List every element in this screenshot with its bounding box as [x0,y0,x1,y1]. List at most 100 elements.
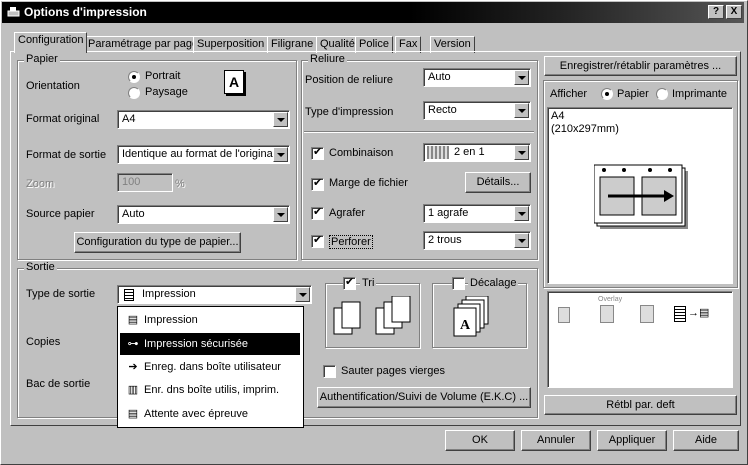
papier-radio[interactable] [601,88,613,100]
format-sortie-label: Format de sortie [26,149,107,161]
save-restore-button[interactable]: Enregistrer/rétablir paramètres ... [544,56,737,76]
imprimante-radio[interactable] [656,88,668,100]
offset-stack-icon: A [453,296,489,337]
source-papier-label: Source papier [26,208,95,220]
paper-dims-label: (210x297mm) [551,123,619,135]
imprimante-radio-label: Imprimante [672,88,728,100]
svg-text:A: A [460,318,471,333]
type-impression-label: Type d'impression [305,106,394,118]
save-box-icon: ➔ [128,361,138,373]
zoom-unit: % [175,178,185,190]
type-impression-select[interactable]: Recto [423,101,531,120]
chevron-down-icon[interactable] [514,103,529,118]
paper-preview: A4 (210x297mm) [547,107,733,284]
portrait-radio[interactable] [128,71,140,83]
zoom-input[interactable]: 100 [117,173,173,192]
tab-configuration[interactable]: Configuration [14,32,88,53]
type-sortie-select[interactable]: Impression [117,285,312,304]
close-button[interactable]: X [726,5,742,19]
perforer-checkbox[interactable] [311,233,324,248]
chevron-down-icon[interactable] [273,112,288,127]
pages-icon [558,307,570,323]
perforer-label: Perforer [329,235,373,249]
document-icon: ▤ [127,314,139,326]
help-button[interactable]: ? [708,5,724,19]
type-sortie-label: Type de sortie [26,288,96,300]
position-reliure-label: Position de reliure [305,74,394,86]
format-original-label: Format original [26,113,100,125]
combinaison-checkbox[interactable] [311,145,324,160]
chevron-down-icon[interactable] [273,207,288,222]
portrait-label: Portrait [145,70,181,82]
agrafer-checkbox[interactable] [311,205,324,220]
source-papier-select[interactable]: Auto [117,205,290,224]
sauter-checkbox[interactable] [323,365,336,378]
copies-label: Copies [26,336,61,348]
chevron-down-icon[interactable] [514,70,529,85]
config-type-papier-button[interactable]: Configuration du type de papier... [74,232,241,253]
appliquer-button[interactable]: Appliquer [597,430,667,451]
chevron-down-icon[interactable] [514,206,529,221]
n-up-icon [427,146,449,159]
afficher-label: Afficher [550,88,588,100]
proof-icon: ▤ [127,408,139,420]
type-sortie-dropdown: ▤ Impression ⊶ Impression sécurisée ➔ Enreg… [117,306,304,428]
orientation-label: Orientation [26,80,80,92]
authentification-button[interactable]: Authentification/Suivi de Volume (E.K.C)… [317,387,531,408]
agrafer-label: Agrafer [329,207,366,219]
dropdown-item-impression-securisee[interactable]: ⊶ Impression sécurisée [120,333,300,355]
watermark-icon [640,305,654,323]
paysage-radio[interactable] [128,87,140,99]
output-icon [674,306,686,322]
combinaison-select[interactable]: 2 en 1 [423,143,531,162]
sortie-title: Sortie [24,261,57,273]
details-button[interactable]: Détails... [465,172,531,193]
marge-checkbox[interactable] [311,176,324,191]
dropdown-item-attente-epreuve[interactable]: ▤ Attente avec épreuve [120,403,300,425]
window-title: Options d'impression [24,5,147,19]
format-original-select[interactable]: A4 [117,110,290,129]
overlay-preview: Overlay →▤ [547,291,733,388]
chevron-down-icon[interactable] [273,147,288,162]
collate-icon [333,296,411,335]
paper-size-label: A4 [551,110,565,122]
decalage-label: Décalage [468,277,519,289]
zoom-label: Zoom [26,178,55,190]
marge-label: Marge de fichier [329,177,408,189]
sauter-label: Sauter pages vierges [341,365,445,377]
dropdown-item-enreg-boite[interactable]: ➔ Enreg. dans boîte utilisateur [120,356,300,378]
overlay-caption: Overlay [598,296,623,303]
box-print-icon: ▥ [127,384,139,396]
reset-defaults-button[interactable]: Rétbl par. deft [544,395,737,415]
papier-radio-label: Papier [617,88,649,100]
chevron-down-icon[interactable] [514,145,529,160]
aide-button[interactable]: Aide [673,430,739,451]
overlay-f-icon [600,305,614,323]
position-reliure-select[interactable]: Auto [423,68,531,87]
tri-label: Tri [360,277,377,289]
document-icon [124,289,134,301]
format-sortie-select[interactable]: Identique au format de l'original [117,145,290,164]
paysage-label: Paysage [145,86,188,98]
chevron-down-icon[interactable] [295,287,310,302]
ok-button[interactable]: OK [445,430,515,451]
title-bar: Options d'impression ? X [2,2,744,23]
tri-checkbox[interactable] [343,275,356,290]
key-icon: ⊶ [127,338,139,350]
bac-sortie-label: Bac de sortie [26,378,91,390]
agrafer-select[interactable]: 1 agrafe [423,204,531,223]
combinaison-label: Combinaison [329,147,394,159]
papier-title: Papier [24,53,60,65]
decalage-checkbox[interactable] [452,277,465,290]
arrow-right-icon: →▤ [688,307,710,319]
dropdown-item-enr-imprim[interactable]: ▥ Enr. dns boîte utilis, imprim. [120,379,300,401]
booklet-preview-icon [594,164,688,229]
orientation-preview-icon: A [224,70,244,94]
dropdown-item-impression[interactable]: ▤ Impression [120,309,300,331]
printer-icon [7,7,20,17]
reliure-divider [304,131,534,133]
perforer-select[interactable]: 2 trous [423,231,531,250]
annuler-button[interactable]: Annuler [521,430,591,451]
chevron-down-icon[interactable] [514,233,529,248]
reliure-title: Reliure [308,53,347,65]
